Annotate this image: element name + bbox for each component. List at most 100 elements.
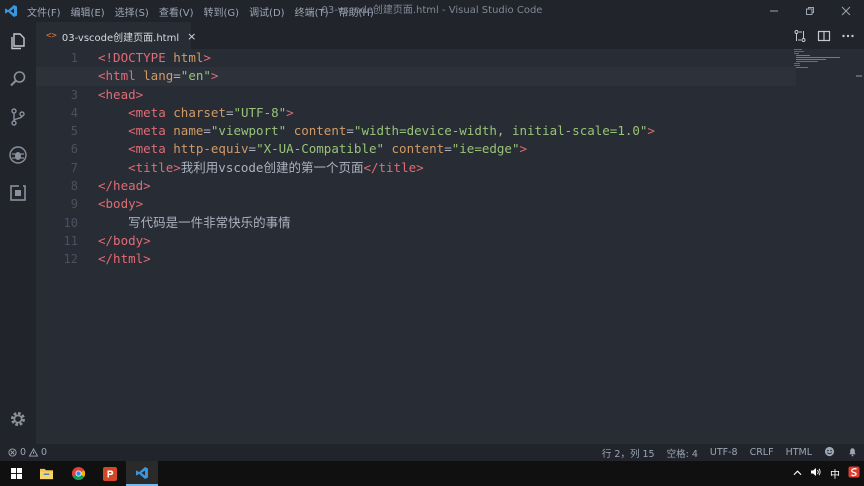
- end-of-line[interactable]: CRLF: [750, 447, 774, 458]
- code-token: lang: [143, 68, 174, 84]
- code-token: =: [444, 141, 452, 157]
- close-window-button[interactable]: [828, 0, 864, 22]
- line-number: 3: [70, 87, 78, 102]
- code-line[interactable]: <title>我利用vscode创建的第一个页面</title>: [98, 159, 798, 177]
- code-token: <!DOCTYPE: [98, 50, 174, 65]
- code-token: <meta: [128, 141, 174, 157]
- code-token: <title>: [128, 159, 181, 175]
- code-line[interactable]: <meta charset="UTF-8">: [98, 104, 798, 122]
- open-changes-button[interactable]: [788, 29, 812, 43]
- code-token: "width=device-width, initial-scale=1.0": [353, 123, 648, 139]
- code-token: <meta: [128, 123, 174, 139]
- code-line[interactable]: </head>: [98, 177, 798, 195]
- search-button[interactable]: [0, 60, 36, 98]
- indentation[interactable]: 空格: 4: [667, 446, 698, 460]
- file-encoding[interactable]: UTF-8: [710, 447, 738, 458]
- vscode-logo-icon: [0, 0, 22, 22]
- line-number: 8: [70, 179, 78, 194]
- close-icon: [841, 6, 851, 16]
- code-token: >: [519, 141, 528, 157]
- split-editor-button[interactable]: [812, 29, 836, 43]
- cursor-position[interactable]: 行 2，列 15: [602, 446, 655, 460]
- window-controls: [756, 0, 864, 22]
- code-token: <html: [98, 68, 144, 84]
- restore-button[interactable]: [792, 0, 828, 22]
- restore-icon: [806, 7, 814, 15]
- line-number: 6: [70, 142, 78, 157]
- problems-indicator[interactable]: 0 0: [8, 444, 47, 461]
- menu-edit[interactable]: 编辑(E): [66, 4, 110, 19]
- code-editor[interactable]: 123456789101112 <!DOCTYPE html><html lan…: [36, 49, 864, 444]
- html-file-icon: <>: [46, 31, 57, 41]
- start-button[interactable]: [0, 461, 32, 486]
- code-area[interactable]: <!DOCTYPE html> <html lang="en"> <head> <m…: [36, 49, 798, 269]
- code-line[interactable]: <meta name="viewport" content="width=dev…: [98, 122, 798, 140]
- vertical-scrollbar[interactable]: [850, 49, 864, 444]
- error-icon: [8, 448, 17, 457]
- ime-status-icon[interactable]: [848, 466, 860, 481]
- source-control-button[interactable]: [0, 98, 36, 136]
- settings-button[interactable]: [0, 400, 36, 438]
- menu-help[interactable]: 帮助(H): [334, 4, 379, 19]
- taskbar-presentation-app[interactable]: [94, 461, 126, 486]
- more-actions-button[interactable]: [836, 29, 860, 43]
- split-editor-icon: [817, 30, 831, 41]
- smiley-icon: [824, 446, 835, 456]
- code-token: =: [173, 68, 181, 84]
- language-mode[interactable]: HTML: [786, 447, 812, 458]
- error-count: 0: [20, 447, 27, 458]
- tab-label: 03-vscode创建页面.html: [61, 32, 180, 44]
- code-line[interactable]: </body>: [98, 232, 798, 250]
- taskbar-vscode[interactable]: [126, 461, 158, 486]
- code-line[interactable]: <html lang="en">: [36, 67, 796, 86]
- minimap[interactable]: [794, 49, 854, 69]
- code-token: "viewport": [210, 123, 287, 139]
- vscode-icon: [136, 466, 148, 479]
- minimize-button[interactable]: [756, 0, 792, 22]
- search-icon: [10, 71, 26, 87]
- code-token: 我利用vscode创建的第一个页面: [180, 159, 364, 175]
- taskbar-chrome[interactable]: [62, 461, 94, 486]
- line-number: 9: [70, 197, 78, 212]
- debug-button[interactable]: [0, 136, 36, 174]
- input-method-indicator[interactable]: 中: [830, 466, 840, 481]
- volume-icon[interactable]: [810, 467, 822, 480]
- notifications-button[interactable]: [847, 446, 858, 460]
- windows-logo-icon: [10, 468, 22, 479]
- extensions-button[interactable]: [0, 174, 36, 212]
- tab-bar: <> 03-vscode创建页面.html ×: [36, 22, 864, 49]
- code-line[interactable]: </html>: [98, 250, 798, 268]
- tray-chevron-up-icon[interactable]: [793, 468, 802, 479]
- code-token: 写代码是一件非常快乐的事情: [98, 214, 291, 230]
- code-token: "en": [180, 68, 211, 84]
- tab-html-file[interactable]: <> 03-vscode创建页面.html ×: [36, 22, 196, 49]
- taskbar-file-explorer[interactable]: [30, 461, 62, 486]
- code-token: content: [391, 141, 445, 157]
- code-line[interactable]: <head>: [98, 86, 798, 104]
- code-line[interactable]: 写代码是一件非常快乐的事情: [98, 214, 798, 232]
- menu-selection[interactable]: 选择(S): [110, 4, 154, 19]
- menu-file[interactable]: 文件(F): [22, 4, 66, 19]
- code-line[interactable]: <!DOCTYPE html>: [98, 49, 798, 67]
- menu-debug[interactable]: 调试(D): [244, 4, 290, 19]
- code-line[interactable]: <meta http-equiv="X-UA-Compatible" conte…: [98, 140, 798, 158]
- menu-go[interactable]: 转到(G): [199, 4, 245, 19]
- code-token: >: [210, 68, 219, 84]
- compare-icon: [794, 29, 806, 42]
- code-token: </head>: [98, 178, 151, 194]
- menu-terminal[interactable]: 终端(T): [290, 4, 334, 19]
- code-token: content: [293, 123, 347, 139]
- explorer-button[interactable]: [0, 22, 36, 60]
- menu-bar: 文件(F) 编辑(E) 选择(S) 查看(V) 转到(G) 调试(D) 终端(T…: [22, 0, 379, 22]
- code-line[interactable]: <body>: [98, 195, 798, 213]
- tab-close-icon[interactable]: ×: [187, 30, 196, 43]
- line-number: 11: [63, 233, 78, 248]
- folder-icon: [39, 468, 53, 480]
- menu-view[interactable]: 查看(V): [154, 4, 199, 19]
- feedback-button[interactable]: [824, 446, 835, 460]
- line-number: 4: [70, 105, 78, 120]
